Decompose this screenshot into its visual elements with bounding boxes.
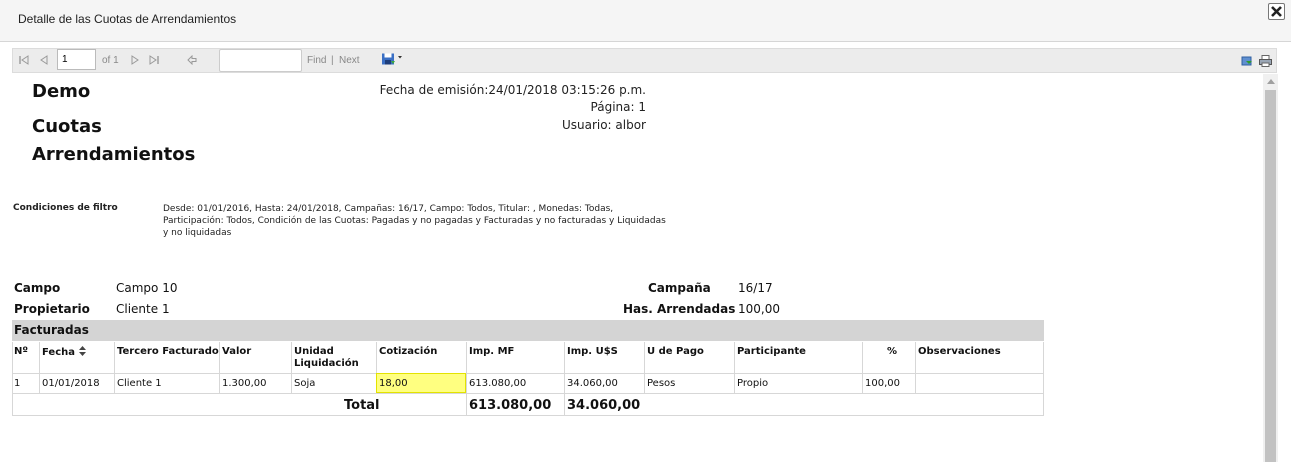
page-count-label: of 1 <box>102 55 119 66</box>
header-observaciones: Observaciones <box>918 346 1001 357</box>
total-label: Total <box>344 398 380 413</box>
total-imp-mf: 613.080,00 <box>469 398 552 413</box>
cell-cotizacion: 18,00 <box>379 378 408 389</box>
has-arrendadas-label: Has. Arrendadas <box>623 302 736 316</box>
section-facturadas: Facturadas <box>12 320 1044 341</box>
filter-conditions-label: Condiciones de filtro <box>13 203 118 213</box>
find-input[interactable] <box>219 49 302 72</box>
campana-label: Campaña <box>648 281 711 295</box>
next-link[interactable]: Next <box>339 49 360 72</box>
cell-unidad: Soja <box>294 378 316 389</box>
page-indicator: Página: 1 <box>590 100 646 114</box>
cell-imp-usd: 34.060,00 <box>567 378 618 389</box>
header-porcentaje: % <box>886 346 897 357</box>
dialog-title: Detalle de las Cuotas de Arrendamientos <box>18 12 237 26</box>
close-button[interactable] <box>1268 3 1285 20</box>
cell-u-de-pago: Pesos <box>647 378 676 389</box>
header-imp-usd: Imp. U$S <box>567 346 618 357</box>
has-arrendadas-value: 100,00 <box>738 302 780 316</box>
header-cotizacion: Cotización <box>379 346 438 357</box>
next-page-icon <box>131 55 139 65</box>
header-valor: Valor <box>222 346 252 357</box>
vertical-scrollbar[interactable] <box>1263 74 1278 462</box>
cell-tercero: Cliente 1 <box>117 378 162 389</box>
header-fecha[interactable]: Fecha <box>40 346 114 359</box>
cell-valor: 1.300,00 <box>222 378 267 389</box>
scroll-up-icon[interactable] <box>1267 79 1275 84</box>
find-link[interactable]: Find <box>307 49 326 72</box>
header-participante: Participante <box>737 346 806 357</box>
campo-value: Campo 10 <box>116 281 178 295</box>
last-page-icon <box>149 55 159 65</box>
propietario-value: Cliente 1 <box>116 302 170 316</box>
campo-label: Campo <box>14 281 61 295</box>
find-separator: | <box>331 55 334 66</box>
save-icon <box>382 53 402 65</box>
header-unidad-liquidacion: Unidad Liquidación <box>294 346 359 369</box>
header-u-de-pago: U de Pago <box>647 346 704 357</box>
refresh-icon <box>1241 56 1252 66</box>
company-name: Demo <box>32 81 91 102</box>
header-numero: Nº <box>14 346 29 357</box>
report-title-line2: Arrendamientos <box>32 144 196 165</box>
dialog-header: Detalle de las Cuotas de Arrendamientos <box>0 0 1291 42</box>
user-label: Usuario: albor <box>561 118 646 132</box>
campana-value: 16/17 <box>738 281 773 295</box>
first-page-icon <box>19 55 29 65</box>
back-arrow-icon <box>187 55 197 65</box>
sort-icon[interactable] <box>78 346 86 356</box>
report-body: Demo Cuotas Arrendamientos Fecha de emis… <box>0 74 1262 462</box>
cell-numero: 1 <box>14 378 21 389</box>
printer-icon <box>1259 55 1272 67</box>
scroll-thumb[interactable] <box>1265 90 1276 462</box>
total-imp-usd: 34.060,00 <box>567 398 641 413</box>
report-toolbar: of 1 Find | Next <box>12 48 1277 73</box>
header-imp-mf: Imp. MF <box>469 346 515 357</box>
propietario-label: Propietario <box>14 302 90 316</box>
page-number-input[interactable] <box>57 49 96 70</box>
filter-conditions-text: Desde: 01/01/2016, Hasta: 24/01/2018, Ca… <box>163 204 666 238</box>
emission-date: Fecha de emisión:24/01/2018 03:15:26 p.m… <box>379 83 646 97</box>
report-title-line1: Cuotas <box>32 116 102 137</box>
cell-imp-mf: 613.080,00 <box>469 378 527 389</box>
cell-porcentaje: 100,00 <box>865 378 900 389</box>
prev-page-icon <box>40 55 48 65</box>
cell-participante: Propio <box>737 378 769 389</box>
cell-fecha: 01/01/2018 <box>42 378 100 389</box>
close-icon <box>1271 6 1282 17</box>
header-tercero: Tercero Facturado <box>117 346 219 357</box>
cuotas-table: Nº Fecha Tercero Facturado Valor Unidad … <box>12 342 1044 422</box>
